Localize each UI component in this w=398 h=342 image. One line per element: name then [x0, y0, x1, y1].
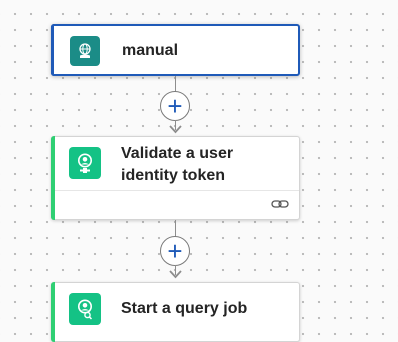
flow-canvas: manual + Validate a user identity token … — [0, 0, 398, 342]
action-accent — [51, 282, 55, 342]
action-accent — [51, 136, 55, 220]
add-step-button[interactable]: + — [160, 236, 190, 266]
arrow-down-icon — [169, 270, 182, 279]
action-title: Validate a user identity token — [121, 145, 234, 184]
action-card-start-query[interactable]: Start a query job — [51, 282, 300, 342]
arrow-down-icon — [169, 125, 182, 134]
trigger-card-manual[interactable]: manual — [51, 24, 300, 76]
connector-line — [175, 76, 176, 92]
user-search-icon — [69, 293, 101, 325]
globe-hand-icon — [70, 36, 100, 66]
action-card-validate-token[interactable]: Validate a user identity token — [51, 136, 300, 220]
action-title: Start a query job — [121, 300, 248, 317]
connector-line — [175, 220, 176, 237]
add-step-button[interactable]: + — [160, 91, 190, 121]
trigger-title: manual — [122, 42, 179, 59]
trigger-accent — [51, 24, 54, 76]
user-badge-icon — [69, 147, 101, 179]
link-icon[interactable] — [271, 197, 289, 211]
card-divider — [55, 190, 299, 191]
